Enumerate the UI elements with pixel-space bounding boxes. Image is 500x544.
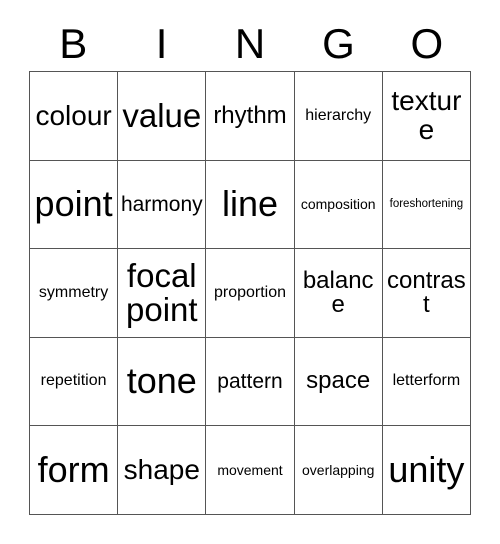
bingo-cell-r2c2[interactable]: harmony [118,160,207,250]
bingo-cell-r5c3[interactable]: movement [206,426,295,515]
bingo-cell-label: proportion [213,283,287,301]
bingo-header-letter-i: I [155,19,168,67]
bingo-cell-r2c3[interactable]: line [206,160,295,250]
bingo-cell-label: contrast [387,266,466,318]
bingo-cell-label: symmetry [38,283,109,301]
bingo-grid: colour value rhythm hierarchy texture po… [29,71,471,515]
bingo-cell-r4c4[interactable]: space [294,337,383,427]
bingo-cell-r2c5[interactable]: foreshortening [382,160,471,250]
bingo-cell-label: unity [388,448,465,490]
bingo-cell-label: tone [126,360,197,402]
bingo-cell-label: foreshortening [389,197,464,210]
bingo-cell-label: space [306,367,371,395]
bingo-header-letter-n: N [234,19,266,67]
bingo-cell-r1c2[interactable]: value [118,72,207,161]
bingo-cell-label: shape [123,453,200,485]
bingo-cell-r3c4[interactable]: balance [294,249,383,338]
bingo-cell-r3c2[interactable]: focal point [118,249,207,338]
bingo-cell-label: value [122,96,202,134]
bingo-cell-r5c4[interactable]: overlapping [294,426,383,515]
bingo-cell-label: focal point [126,257,198,328]
bingo-cell-label: overlapping [302,462,375,479]
bingo-cell-label: rhythm [213,101,287,129]
bingo-cell-label: harmony [120,192,203,216]
bingo-cell-r1c3[interactable]: rhythm [206,72,295,161]
bingo-cell-r2c1[interactable]: point [30,160,119,250]
bingo-cell-r3c5[interactable]: contrast [382,249,471,338]
bingo-cell-r5c5[interactable]: unity [382,426,471,515]
bingo-cell-r1c4[interactable]: hierarchy [294,72,383,161]
bingo-header-letter-o: O [410,19,444,67]
bingo-cell-r3c3[interactable]: proportion [206,249,295,338]
bingo-cell-r3c1[interactable]: symmetry [30,249,119,338]
bingo-cell-label: repetition [40,372,107,390]
bingo-cell-label: pattern [217,369,283,393]
bingo-cell-r4c1[interactable]: repetition [30,337,119,427]
bingo-cell-r5c1[interactable]: form [30,426,119,515]
bingo-cell-r5c2[interactable]: shape [118,426,207,515]
bingo-header-letter-b: B [59,19,88,67]
bingo-cell-label: letterform [392,372,461,390]
bingo-cell-r4c2[interactable]: tone [118,337,207,427]
bingo-cell-label: texture [391,85,462,145]
bingo-cell-r1c1[interactable]: colour [30,72,119,161]
bingo-cell-label: line [221,183,279,225]
bingo-cell-label: colour [35,99,112,131]
bingo-cell-label: hierarchy [305,106,372,124]
bingo-cell-r4c3[interactable]: pattern [206,337,295,427]
bingo-cell-label: composition [300,196,376,213]
bingo-cell-r2c4[interactable]: composition [294,160,383,250]
bingo-cell-label: movement [217,462,283,479]
bingo-card: B I N G O colour value rhythm hierarchy … [0,0,500,544]
bingo-header-letter-g: G [322,19,355,67]
bingo-cell-r1c5[interactable]: texture [382,72,471,161]
bingo-cell-label: form [37,448,110,490]
bingo-cell-label: balance [302,266,374,318]
bingo-cell-label: point [34,183,113,225]
bingo-cell-r4c5[interactable]: letterform [382,337,471,427]
bingo-header: B I N G O [29,16,471,71]
